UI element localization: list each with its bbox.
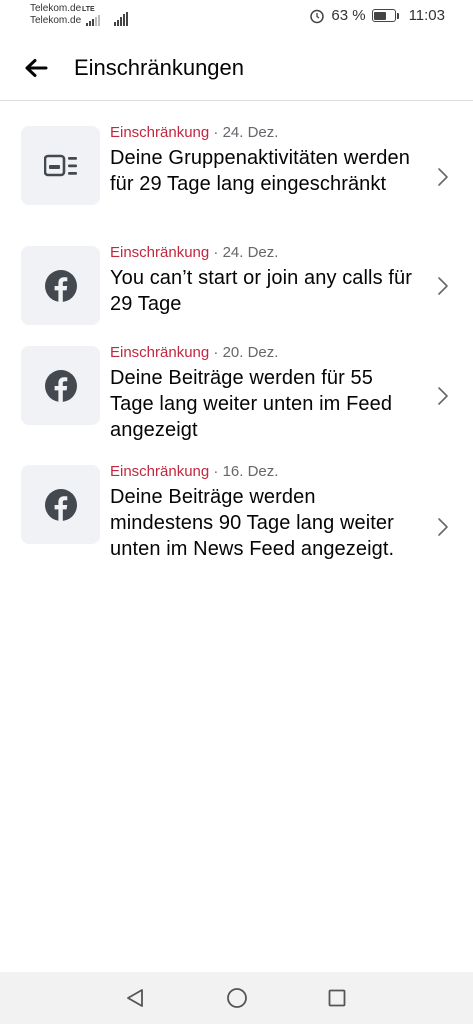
clock: 11:03 xyxy=(408,7,445,24)
restrictions-list: Einschränkung · 24. Dez. Deine Gruppenak… xyxy=(0,116,473,595)
restriction-meta: Einschränkung · 24. Dez. xyxy=(110,124,422,142)
chevron-right-icon xyxy=(438,168,448,186)
restriction-meta: Einschränkung · 20. Dez. xyxy=(110,344,422,362)
carrier-1: Telekom.de xyxy=(30,3,82,14)
restriction-date: 20. Dez. xyxy=(222,344,279,361)
restriction-date: 24. Dez. xyxy=(222,124,279,141)
restriction-item[interactable]: Einschränkung · 24. Dez. Deine Gruppenak… xyxy=(0,116,473,236)
meta-separator: · xyxy=(209,124,223,141)
carrier-names: Telekom.de Telekom.de xyxy=(30,3,81,27)
restriction-meta: Einschränkung · 16. Dez. xyxy=(110,463,422,481)
back-button[interactable] xyxy=(20,52,52,84)
meta-separator: · xyxy=(209,463,223,480)
restriction-item[interactable]: Einschränkung · 20. Dez. Deine Beiträge … xyxy=(0,336,473,455)
restriction-item[interactable]: Einschränkung · 16. Dez. Deine Beiträge … xyxy=(0,455,473,595)
restriction-item[interactable]: Einschränkung · 24. Dez. You can’t start… xyxy=(0,236,473,336)
restriction-meta: Einschränkung · 24. Dez. xyxy=(110,244,422,262)
nav-back-icon[interactable] xyxy=(125,988,145,1008)
signal-1-icon xyxy=(86,12,100,26)
restriction-label: Einschränkung xyxy=(110,344,210,361)
battery-fill xyxy=(374,11,387,20)
meta-separator: · xyxy=(209,344,223,361)
battery-percent: 63 % xyxy=(331,7,366,24)
group-activity-icon xyxy=(43,154,77,176)
restriction-thumbnail xyxy=(21,346,100,425)
restriction-date: 16. Dez. xyxy=(222,463,279,480)
chevron-right-icon xyxy=(438,277,448,295)
restriction-description: Deine Gruppenaktivitäten werden für 29 T… xyxy=(110,147,410,195)
page-title: Einschränkungen xyxy=(74,55,245,80)
network-icons: LTE xyxy=(82,6,128,26)
status-right: 63 % 11:03 xyxy=(309,7,445,24)
meta-separator: · xyxy=(209,244,223,261)
network-badge: LTE xyxy=(82,6,95,13)
restriction-label: Einschränkung xyxy=(110,124,210,141)
restriction-content: Einschränkung · 24. Dez. Deine Gruppenak… xyxy=(110,116,422,236)
restriction-thumbnail xyxy=(21,246,100,325)
restriction-content: Einschränkung · 24. Dez. You can’t start… xyxy=(110,236,422,336)
signal-2-icon xyxy=(114,12,128,26)
chevron-right-icon xyxy=(438,387,448,405)
restriction-description: You can’t start or join any calls für 29… xyxy=(110,267,413,315)
restriction-content: Einschränkung · 16. Dez. Deine Beiträge … xyxy=(110,455,422,595)
system-nav-bar xyxy=(0,972,473,1024)
facebook-icon xyxy=(44,369,77,402)
restriction-description: Deine Beiträge werden mindestens 90 Tage… xyxy=(110,486,395,560)
restriction-date: 24. Dez. xyxy=(222,244,279,261)
battery-icon xyxy=(371,9,399,22)
app-header: Einschränkungen xyxy=(0,36,473,101)
facebook-icon xyxy=(44,488,77,521)
facebook-icon xyxy=(44,269,77,302)
restriction-description: Deine Beiträge werden für 55 Tage lang w… xyxy=(110,367,393,441)
carrier-2: Telekom.de xyxy=(30,15,82,26)
nav-recent-apps-icon[interactable] xyxy=(328,989,346,1007)
status-bar: Telekom.de Telekom.de LTE 63 % 11:03 xyxy=(0,0,473,36)
alarm-icon xyxy=(310,9,325,23)
restriction-content: Einschränkung · 20. Dez. Deine Beiträge … xyxy=(110,336,422,455)
restriction-thumbnail xyxy=(21,126,100,205)
nav-home-icon[interactable] xyxy=(226,987,248,1009)
chevron-right-icon xyxy=(438,518,448,536)
arrow-left-icon xyxy=(25,59,48,77)
restriction-label: Einschränkung xyxy=(110,244,210,261)
restriction-label: Einschränkung xyxy=(110,463,210,480)
restriction-thumbnail xyxy=(21,465,100,544)
